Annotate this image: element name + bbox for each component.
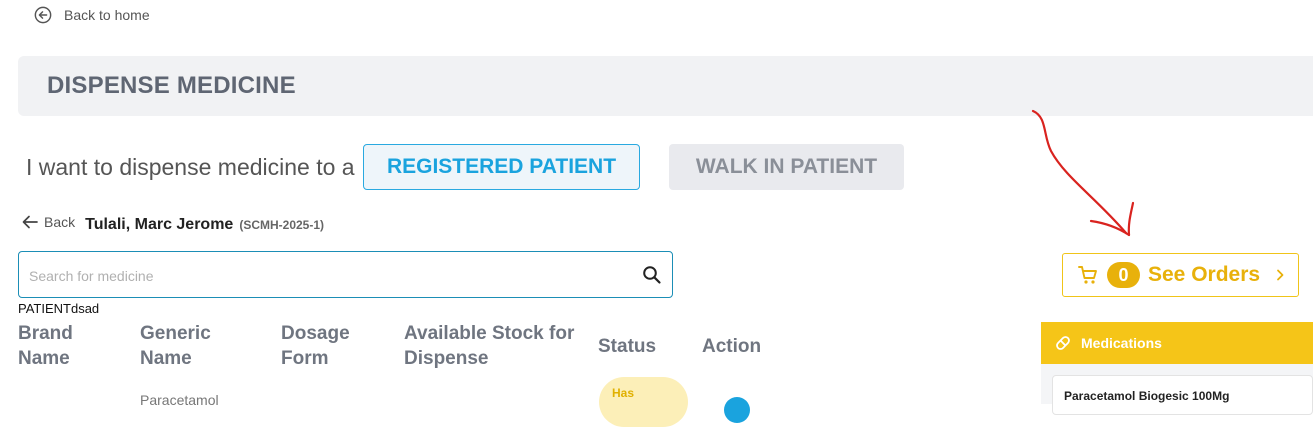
back-circle-arrow-icon	[34, 6, 52, 24]
dispense-prompt: I want to dispense medicine to a	[26, 154, 355, 180]
cart-icon	[1078, 266, 1097, 284]
patient-tag: PATIENTdsad	[18, 301, 100, 316]
back-to-home-label: Back to home	[64, 7, 150, 23]
col-action: Action	[702, 336, 762, 357]
col-generic-name: Generic Name	[140, 323, 211, 369]
col-dosage-form: Dosage Form	[281, 323, 350, 369]
medication-name: Paracetamol Biogesic 100Mg	[1064, 389, 1230, 403]
medicine-search-input[interactable]	[27, 264, 631, 288]
orders-count-badge: 0	[1107, 262, 1140, 288]
col-status: Status	[598, 336, 657, 357]
patient-row: Back Tulali, Marc Jerome (SCMH-2025-1)	[22, 214, 324, 234]
walk-in-patient-button[interactable]: WALK IN PATIENT	[669, 144, 904, 190]
arrow-left-icon	[22, 215, 38, 229]
back-button[interactable]: Back	[22, 214, 75, 230]
see-orders-button[interactable]: 0 See Orders	[1062, 253, 1299, 297]
col-brand-name: Brand Name	[18, 323, 73, 369]
patient-name: Tulali, Marc Jerome	[85, 216, 234, 233]
chevron-right-icon	[1277, 269, 1284, 281]
medications-title: Medications	[1081, 335, 1162, 351]
col-available-stock: Available Stock for Dispense	[404, 323, 575, 369]
status-badge-label: Has	[612, 386, 635, 400]
page-title: DISPENSE MEDICINE	[47, 72, 296, 99]
registered-patient-button[interactable]: REGISTERED PATIENT	[363, 144, 640, 190]
pill-icon	[1056, 336, 1070, 350]
search-icon[interactable]	[642, 265, 662, 285]
row-generic-name: Paracetamol	[140, 392, 219, 408]
row-action-button[interactable]	[724, 397, 750, 423]
see-orders-label: See Orders	[1148, 263, 1261, 286]
status-badge	[599, 377, 688, 427]
patient-id: (SCMH-2025-1)	[239, 218, 325, 232]
back-to-home-link[interactable]: Back to home	[34, 6, 150, 24]
medications-header: Medications	[1041, 322, 1313, 364]
annotation-arrow-icon	[1031, 109, 1135, 237]
back-label: Back	[44, 214, 76, 230]
medicine-search-box	[18, 251, 673, 298]
